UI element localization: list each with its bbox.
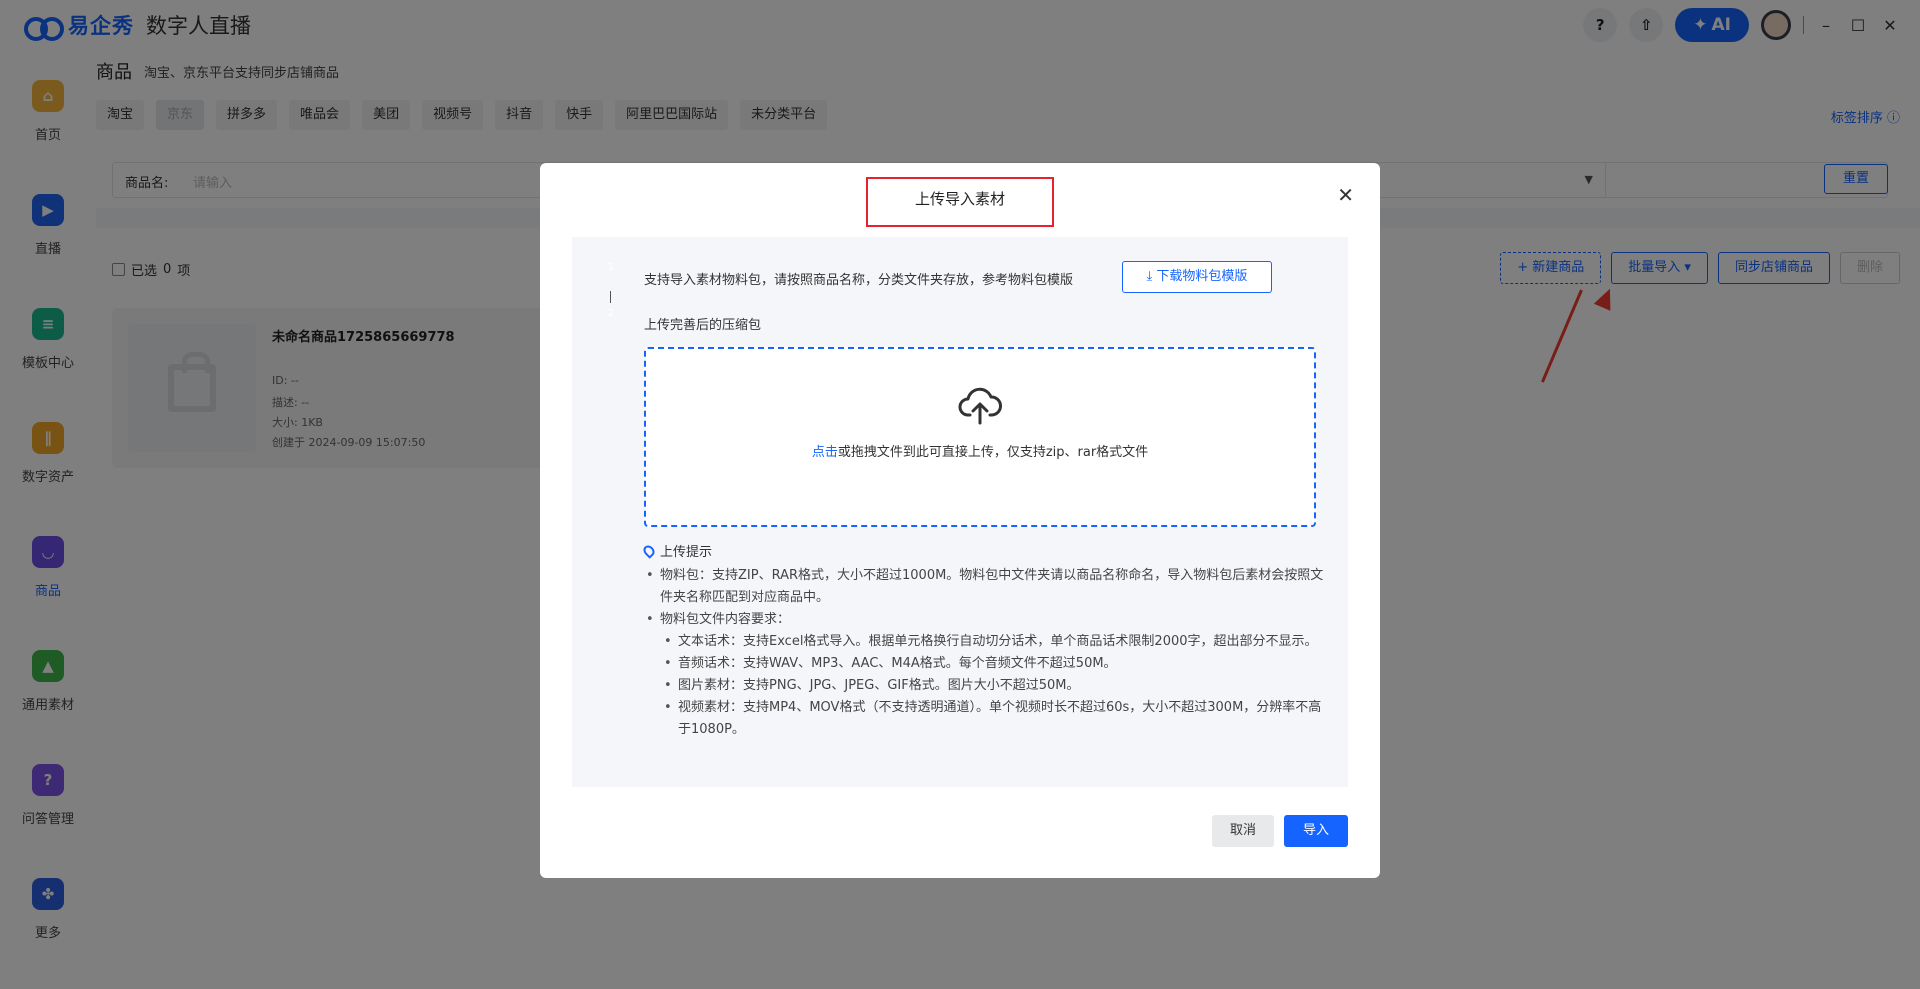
sub-tip-item: 音频话术：支持WAV、MP3、AAC、M4A格式。每个音频文件不超过50M。 bbox=[662, 653, 1324, 675]
upload-tips-heading: 上传提示 bbox=[641, 541, 713, 560]
location-pin-icon bbox=[641, 542, 657, 559]
dialog-footer: 取消 导入 bbox=[1212, 815, 1348, 847]
title-highlight-box bbox=[866, 177, 1054, 227]
file-drop-zone[interactable]: 点击或拖拽文件到此可直接上传，仅支持zip、rar格式文件 bbox=[644, 347, 1316, 527]
step-1-text: 支持导入素材物料包，请按照商品名称，分类文件夹存放，参考物料包模版 bbox=[644, 273, 1074, 288]
sub-tip-item: 视频素材：支持MP4、MOV格式（不支持透明通道）。单个视频时长不超过60s，大… bbox=[662, 697, 1324, 741]
drop-zone-text: 点击或拖拽文件到此可直接上传，仅支持zip、rar格式文件 bbox=[646, 441, 1314, 460]
sub-tip-item: 文本话术：支持Excel格式导入。根据单元格换行自动切分话术，单个商品话术限制2… bbox=[662, 631, 1324, 653]
drop-hint: 或拖拽文件到此可直接上传，仅支持zip、rar格式文件 bbox=[837, 445, 1149, 460]
step-number: 2 bbox=[607, 308, 615, 319]
upload-import-dialog: 上传导入素材 ✕ 1 2 支持导入素材物料包，请按照商品名称，分类文件夹存放，参… bbox=[540, 163, 1380, 878]
upload-tips-list: 物料包：支持ZIP、RAR格式，大小不超过1000M。物料包中文件夹请以商品名称… bbox=[644, 565, 1324, 741]
cloud-upload-icon bbox=[958, 387, 1002, 425]
click-upload-link[interactable]: 点击 bbox=[812, 445, 838, 460]
sub-tips-list: 文本话术：支持Excel格式导入。根据单元格换行自动切分话术，单个商品话术限制2… bbox=[662, 631, 1324, 741]
step-connector bbox=[610, 291, 611, 303]
cancel-button[interactable]: 取消 bbox=[1212, 815, 1274, 847]
tips-title: 上传提示 bbox=[660, 545, 713, 560]
tip-item: 物料包文件内容要求： bbox=[644, 609, 1324, 631]
step-number: 1 bbox=[607, 262, 615, 273]
step-2-text: 上传完善后的压缩包 bbox=[644, 318, 762, 333]
tip-item: 物料包：支持ZIP、RAR格式，大小不超过1000M。物料包中文件夹请以商品名称… bbox=[644, 565, 1324, 609]
upload-panel: 1 2 支持导入素材物料包，请按照商品名称，分类文件夹存放，参考物料包模版 上传… bbox=[572, 237, 1348, 787]
close-icon[interactable]: ✕ bbox=[1337, 183, 1354, 207]
sub-tip-item: 图片素材：支持PNG、JPG、JPEG、GIF格式。图片大小不超过50M。 bbox=[662, 675, 1324, 697]
import-button[interactable]: 导入 bbox=[1284, 815, 1348, 847]
download-template-button[interactable]: ⤓ 下载物料包模版 bbox=[1122, 261, 1272, 293]
